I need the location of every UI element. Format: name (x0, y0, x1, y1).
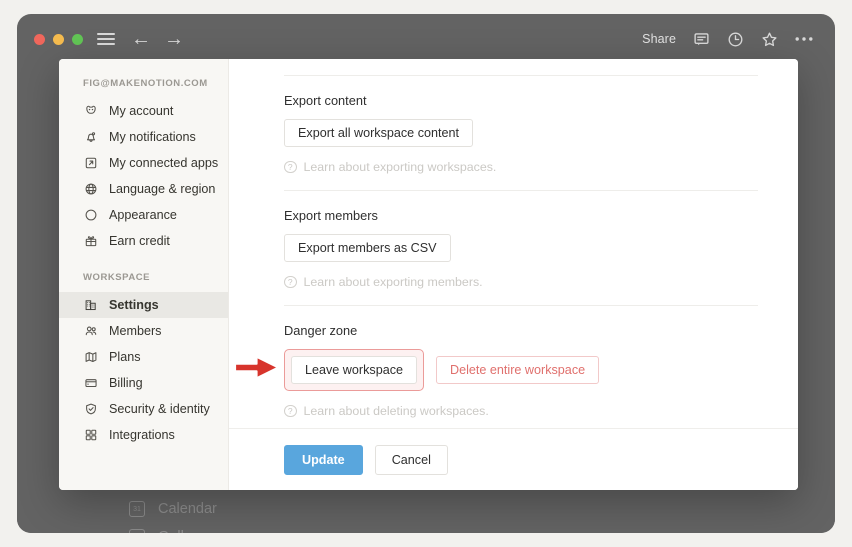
settings-sidebar: FIG@MAKENOTION.COM My account My notific… (59, 59, 229, 490)
sidebar-item-security-identity[interactable]: Security & identity (59, 396, 228, 422)
section-danger-zone: Danger zone Leave workspace Delete entir… (233, 306, 758, 418)
sidebar-item-my-connected-apps[interactable]: My connected apps (59, 150, 228, 176)
sidebar-item-label: My notifications (109, 130, 196, 144)
app-window: ← → Share 31 Calendar FIG@MAKENOTION.COM… (17, 14, 835, 533)
workspace-section-header: WORKSPACE (83, 272, 151, 283)
learn-label: Learn about exporting workspaces. (303, 160, 497, 174)
background-item-label: Calendar (158, 501, 217, 517)
learn-label: Learn about deleting workspaces. (303, 404, 489, 418)
section-export-members: Export members Export members as CSV ? L… (284, 191, 758, 289)
minimize-window-button[interactable] (53, 33, 64, 45)
clock-icon[interactable] (727, 31, 744, 48)
sidebar-item-label: Plans (109, 350, 141, 364)
red-pointer-arrow-icon (233, 353, 280, 388)
sidebar-item-label: Appearance (109, 208, 177, 222)
background-item-label: Gallery (158, 529, 204, 533)
ellipsis-icon[interactable] (795, 36, 813, 42)
account-section-header: FIG@MAKENOTION.COM (83, 78, 208, 89)
sidebar-item-label: My connected apps (109, 156, 219, 170)
sidebar-item-label: Integrations (109, 428, 175, 442)
sidebar-item-my-notifications[interactable]: My notifications (59, 124, 228, 150)
background-item-calendar[interactable]: 31 Calendar (129, 501, 217, 517)
grid-icon (83, 428, 98, 443)
sidebar-item-label: My account (109, 104, 174, 118)
sidebar-item-language-region[interactable]: Language & region (59, 176, 228, 202)
sidebar-item-settings[interactable]: Settings (59, 292, 228, 318)
shield-icon (83, 402, 98, 417)
sidebar-item-billing[interactable]: Billing (59, 370, 228, 396)
background-item-gallery[interactable]: :: Gallery (129, 529, 204, 533)
help-circle-icon: ? (284, 404, 297, 418)
help-circle-icon: ? (284, 275, 297, 289)
sidebar-item-earn-credit[interactable]: Earn credit (59, 228, 228, 254)
export-all-workspace-content-button[interactable]: Export all workspace content (284, 119, 474, 147)
delete-entire-workspace-button[interactable]: Delete entire workspace (436, 356, 600, 384)
sidebar-item-label: Security & identity (109, 402, 210, 416)
external-link-box-icon (83, 156, 98, 171)
modal-footer: Update Cancel (229, 428, 798, 490)
moon-icon (83, 208, 98, 223)
sidebar-item-members[interactable]: Members (59, 318, 228, 344)
share-button[interactable]: Share (642, 32, 676, 46)
settings-modal: FIG@MAKENOTION.COM My account My notific… (59, 59, 798, 490)
sidebar-item-integrations[interactable]: Integrations (59, 422, 228, 448)
update-button[interactable]: Update (284, 444, 363, 475)
gallery-icon: :: (129, 529, 145, 533)
building-icon (83, 298, 98, 313)
people-icon (83, 324, 98, 339)
sidebar-item-plans[interactable]: Plans (59, 344, 228, 370)
close-window-button[interactable] (34, 33, 45, 45)
comment-icon[interactable] (693, 31, 710, 48)
learn-label: Learn about exporting members. (303, 275, 483, 289)
gift-icon (83, 234, 98, 249)
window-controls[interactable] (34, 33, 83, 45)
arrow-right-icon[interactable]: → (164, 29, 184, 49)
help-circle-icon: ? (284, 160, 297, 174)
maximize-window-button[interactable] (72, 33, 83, 45)
export-members-title: Export members (284, 208, 378, 223)
settings-content: Export content Export all workspace cont… (229, 59, 798, 490)
export-content-title: Export content (284, 93, 367, 108)
credit-card-icon (83, 376, 98, 391)
leave-workspace-button[interactable]: Leave workspace (291, 356, 418, 384)
export-members-as-csv-button[interactable]: Export members as CSV (284, 234, 451, 262)
bell-icon (83, 130, 98, 145)
danger-zone-learn-link[interactable]: ? Learn about deleting workspaces. (284, 404, 758, 418)
hamburger-icon[interactable] (97, 30, 115, 48)
cancel-button[interactable]: Cancel (374, 444, 448, 475)
section-export-content: Export content Export all workspace cont… (284, 76, 758, 174)
globe-icon (83, 182, 98, 197)
sidebar-item-label: Members (109, 324, 162, 338)
sidebar-item-label: Settings (109, 298, 159, 312)
account-face-icon (83, 104, 98, 119)
calendar-icon: 31 (129, 501, 145, 517)
navigation-arrows[interactable]: ← → (131, 29, 184, 49)
sidebar-item-label: Billing (109, 376, 143, 390)
star-icon[interactable] (761, 31, 778, 48)
title-bar: ← → Share (17, 14, 835, 64)
danger-zone-buttons: Leave workspace Delete entire workspace (233, 349, 758, 391)
sidebar-item-label: Language & region (109, 182, 216, 196)
map-icon (83, 350, 98, 365)
export-members-learn-link[interactable]: ? Learn about exporting members. (284, 275, 758, 289)
arrow-left-icon[interactable]: ← (131, 29, 151, 49)
sidebar-item-label: Earn credit (109, 234, 170, 248)
titlebar-actions: Share (642, 31, 813, 48)
danger-zone-title: Danger zone (284, 323, 358, 338)
leave-workspace-highlight: Leave workspace (233, 349, 425, 391)
sidebar-item-appearance[interactable]: Appearance (59, 202, 228, 228)
export-content-learn-link[interactable]: ? Learn about exporting workspaces. (284, 160, 758, 174)
settings-scroll-area: Export content Export all workspace cont… (229, 59, 798, 418)
sidebar-item-my-account[interactable]: My account (59, 98, 228, 124)
